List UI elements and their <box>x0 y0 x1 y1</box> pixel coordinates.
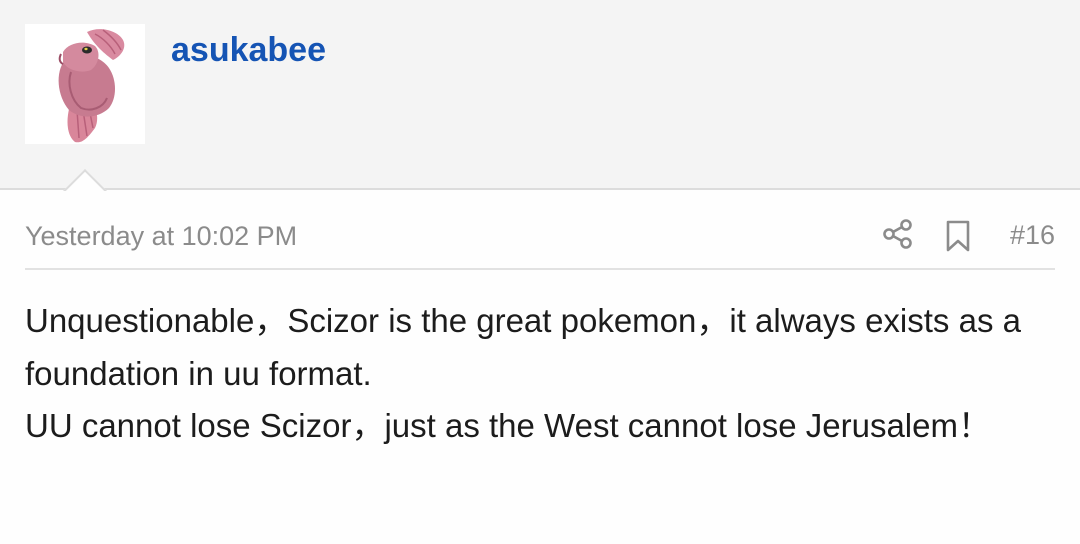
post-number-link[interactable]: #16 <box>1010 217 1055 253</box>
post-body: Unquestionable，Scizor is the great pokem… <box>25 295 1055 453</box>
avatar[interactable] <box>25 24 145 144</box>
username-link[interactable]: asukabee <box>171 28 326 72</box>
post-meta-bar: Yesterday at 10:02 PM #16 <box>25 212 1055 270</box>
post-header: asukabee <box>0 0 1080 190</box>
post-timestamp[interactable]: Yesterday at 10:02 PM <box>25 218 297 254</box>
header-pointer-caret <box>60 167 110 191</box>
bookmark-icon[interactable] <box>943 219 973 253</box>
pokemon-avatar-image <box>58 29 125 143</box>
post-paragraph: Unquestionable，Scizor is the great pokem… <box>25 302 1021 392</box>
post-paragraph: UU cannot lose Scizor，just as the West c… <box>25 407 991 444</box>
share-icon[interactable] <box>881 217 915 251</box>
